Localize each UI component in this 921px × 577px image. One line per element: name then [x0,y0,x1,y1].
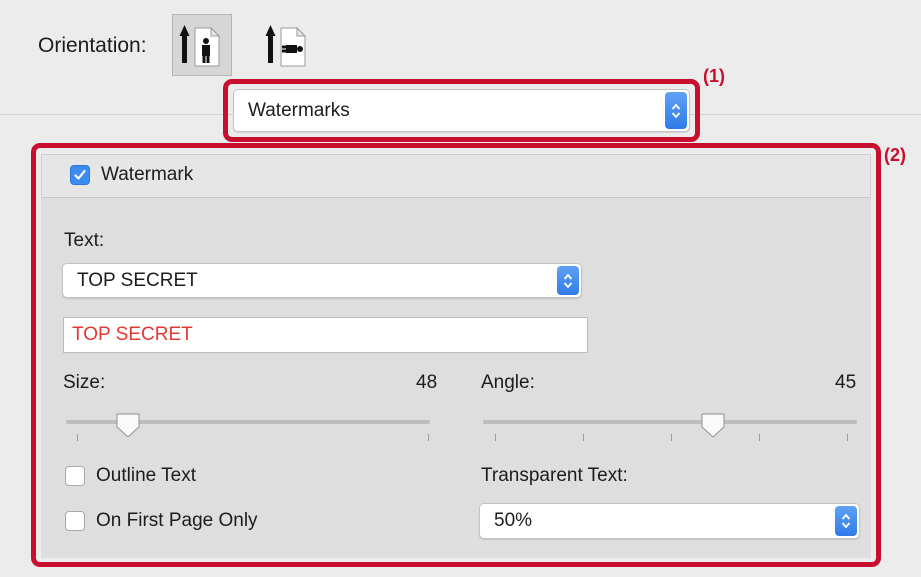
watermark-text-value: TOP SECRET [72,324,193,345]
outline-text-label: Outline Text [96,465,196,486]
text-preset-dropdown[interactable]: TOP SECRET [62,263,582,298]
size-value: 48 [416,372,438,393]
text-label: Text: [64,230,105,251]
size-slider-knob[interactable] [114,411,142,439]
portrait-orientation-icon [179,25,221,67]
angle-slider-tick [847,434,848,441]
watermark-checkbox[interactable] [70,165,90,185]
outline-text-checkbox[interactable] [65,466,85,486]
size-slider-tick [77,434,78,441]
text-preset-value: TOP SECRET [77,269,198,291]
angle-label: Angle: [481,372,535,393]
highlight-frame-1 [223,79,700,142]
transparency-value: 50% [494,510,533,531]
size-label: Size: [63,372,106,393]
size-slider-tick [428,434,429,441]
watermark-text-field[interactable]: TOP SECRET [63,317,588,353]
angle-slider-tick [495,434,496,441]
chevron-updown-icon [557,266,579,295]
orientation-label: Orientation: [38,34,147,57]
first-page-only-label: On First Page Only [96,510,258,531]
landscape-orientation-icon [265,25,307,67]
checkmark-icon [74,169,86,180]
portrait-orientation-button[interactable] [172,14,232,76]
angle-slider-tick [583,434,584,441]
angle-slider-knob[interactable] [699,411,727,439]
callout-2: (2) [884,145,906,165]
angle-slider-tick [759,434,760,441]
callout-1: (1) [703,66,725,86]
angle-slider-track[interactable] [483,420,857,424]
landscape-orientation-button[interactable] [258,14,318,76]
transparent-text-label: Transparent Text: [481,465,628,486]
watermark-checkbox-label: Watermark [101,164,194,185]
chevron-updown-icon [835,506,857,536]
transparency-dropdown[interactable]: 50% [479,503,860,539]
angle-value: 45 [835,372,857,393]
first-page-only-checkbox[interactable] [65,511,85,531]
angle-slider-tick [671,434,672,441]
